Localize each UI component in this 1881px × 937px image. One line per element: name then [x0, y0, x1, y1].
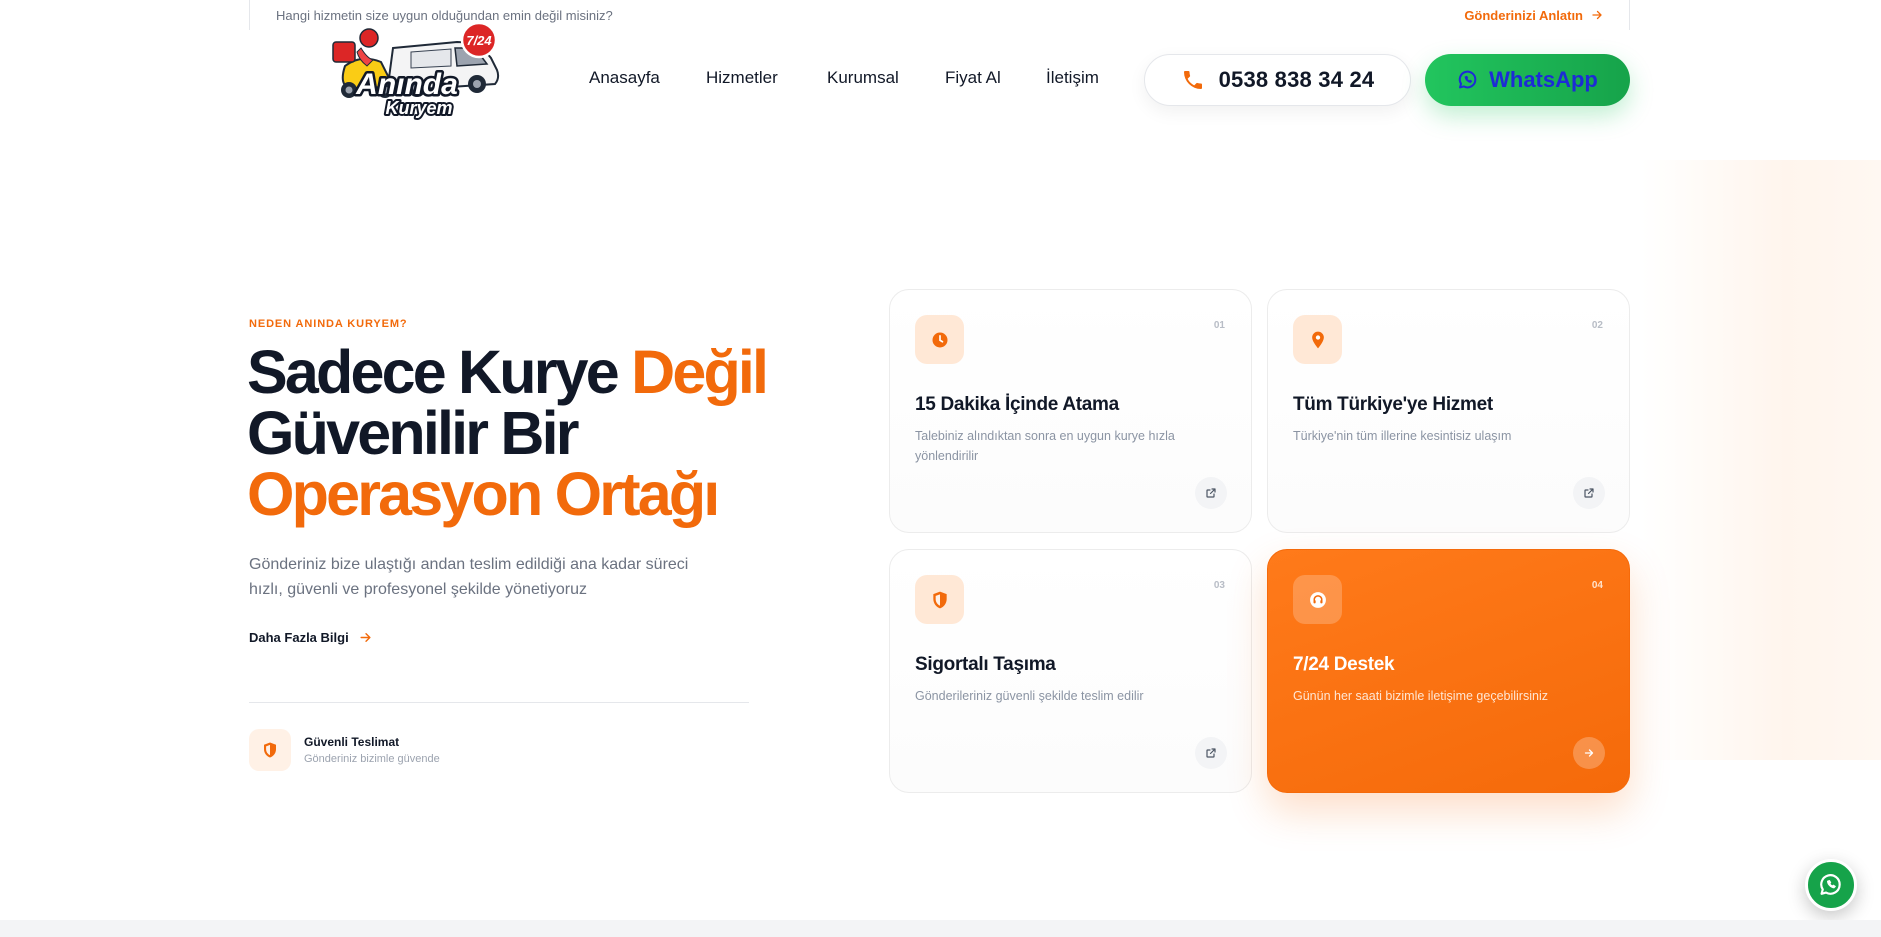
next-section-edge [0, 920, 1881, 937]
headline-line3: Operasyon Ortağı [247, 460, 720, 528]
card-description: Gönderileriniz güvenli şekilde teslim ed… [915, 689, 1144, 703]
external-link-icon [1584, 488, 1594, 498]
phone-button[interactable]: 0538 838 34 24 [1144, 54, 1411, 106]
hero-headline: Sadece Kurye Değil Güvenilir Bir Operasy… [247, 342, 769, 528]
card-icon-box [915, 575, 964, 624]
card-fast-assignment[interactable]: 01 15 Dakika İçinde Atama Talebiniz alın… [889, 289, 1252, 533]
whatsapp-icon [1458, 70, 1477, 89]
headline-line2: Güvenilir Bir [247, 399, 580, 467]
describe-shipment-label: Gönderinizi Anlatın [1464, 7, 1583, 23]
headline-line1-orange: Değil [631, 338, 769, 406]
card-icon-box [1293, 575, 1342, 624]
svg-text:Kuryem: Kuryem [385, 98, 452, 118]
card-index: 03 [1213, 580, 1225, 591]
phone-icon [1183, 71, 1202, 89]
card-description: Türkiye'nin tüm illerine kesintisiz ulaş… [1293, 429, 1512, 443]
feature-title: Güvenli Teslimat [304, 735, 400, 749]
hero-lead: Gönderiniz bize ulaştığı andan teslim ed… [249, 556, 689, 598]
feature-icon-box [249, 729, 291, 771]
card-index: 01 [1213, 320, 1225, 331]
clock-icon [932, 332, 947, 347]
card-insured-transport[interactable]: 03 Sigortalı Taşıma Gönderileriniz güven… [889, 549, 1252, 793]
phone-number: 0538 838 34 24 [1218, 67, 1375, 92]
nav-item-hizmetler[interactable]: Hizmetler [706, 68, 778, 88]
courier-logo-icon: 7/24 Anında Kuryem [332, 21, 500, 120]
nav-item-fiyat-al[interactable]: Fiyat Al [945, 68, 1001, 88]
card-description: Günün her saati bizimle iletişime geçebi… [1293, 689, 1548, 703]
external-link-button[interactable] [1195, 477, 1227, 509]
whatsapp-icon [1820, 874, 1841, 895]
whatsapp-label: WhatsApp [1489, 67, 1598, 92]
nav-item-iletisim[interactable]: İletişim [1046, 68, 1099, 88]
map-pin-icon [1311, 331, 1324, 348]
more-info-link[interactable]: Daha Fazla Bilgi [249, 630, 372, 645]
arrow-right-icon [1592, 10, 1602, 20]
external-link-button[interactable] [1573, 477, 1605, 509]
card-index: 04 [1591, 580, 1603, 591]
external-link-icon [1206, 488, 1216, 498]
nav-item-kurumsal[interactable]: Kurumsal [827, 68, 899, 88]
card-24-7-support[interactable]: 04 7/24 Destek Günün her saati bizimle i… [1267, 549, 1630, 793]
card-nationwide-service[interactable]: 02 Tüm Türkiye'ye Hizmet Türkiye'nin tüm… [1267, 289, 1630, 533]
card-title: Sigortalı Taşıma [915, 654, 1056, 675]
arrow-right-icon [360, 633, 371, 642]
background-glow [1641, 160, 1881, 760]
card-icon-box [915, 315, 964, 364]
arrow-right-icon [1584, 749, 1594, 757]
section-eyebrow: NEDEN ANINDA KURYEM? [249, 318, 408, 330]
divider [249, 702, 749, 703]
secure-delivery-feature: Güvenli Teslimat Gönderiniz bizimle güve… [249, 729, 440, 771]
floating-whatsapp-button[interactable] [1805, 859, 1857, 911]
card-index: 02 [1591, 320, 1603, 331]
svg-text:7/24: 7/24 [466, 33, 492, 48]
svg-text:Anında: Anında [355, 68, 458, 101]
headset-icon [1309, 591, 1326, 608]
shield-icon [932, 591, 947, 608]
whatsapp-button[interactable]: WhatsApp [1425, 54, 1630, 106]
nav-item-anasayfa[interactable]: Anasayfa [589, 68, 660, 88]
card-title: 15 Dakika İçinde Atama [915, 394, 1119, 415]
shield-icon [264, 742, 276, 758]
card-title: 7/24 Destek [1293, 654, 1395, 675]
brand-logo[interactable]: 7/24 Anında Kuryem [315, 18, 501, 124]
feature-subtitle: Gönderiniz bizimle güvende [304, 753, 440, 765]
card-icon-box [1293, 315, 1342, 364]
describe-shipment-link[interactable]: Gönderinizi Anlatın [1464, 8, 1603, 23]
more-info-label: Daha Fazla Bilgi [249, 630, 349, 645]
external-link-button[interactable] [1195, 737, 1227, 769]
card-title: Tüm Türkiye'ye Hizmet [1293, 394, 1493, 415]
headline-line1-dark: Sadece Kurye [247, 338, 620, 406]
external-link-icon [1206, 748, 1216, 758]
card-description: Talebiniz alındıktan sonra en uygun kury… [915, 429, 1175, 463]
arrow-link-button[interactable] [1573, 737, 1605, 769]
